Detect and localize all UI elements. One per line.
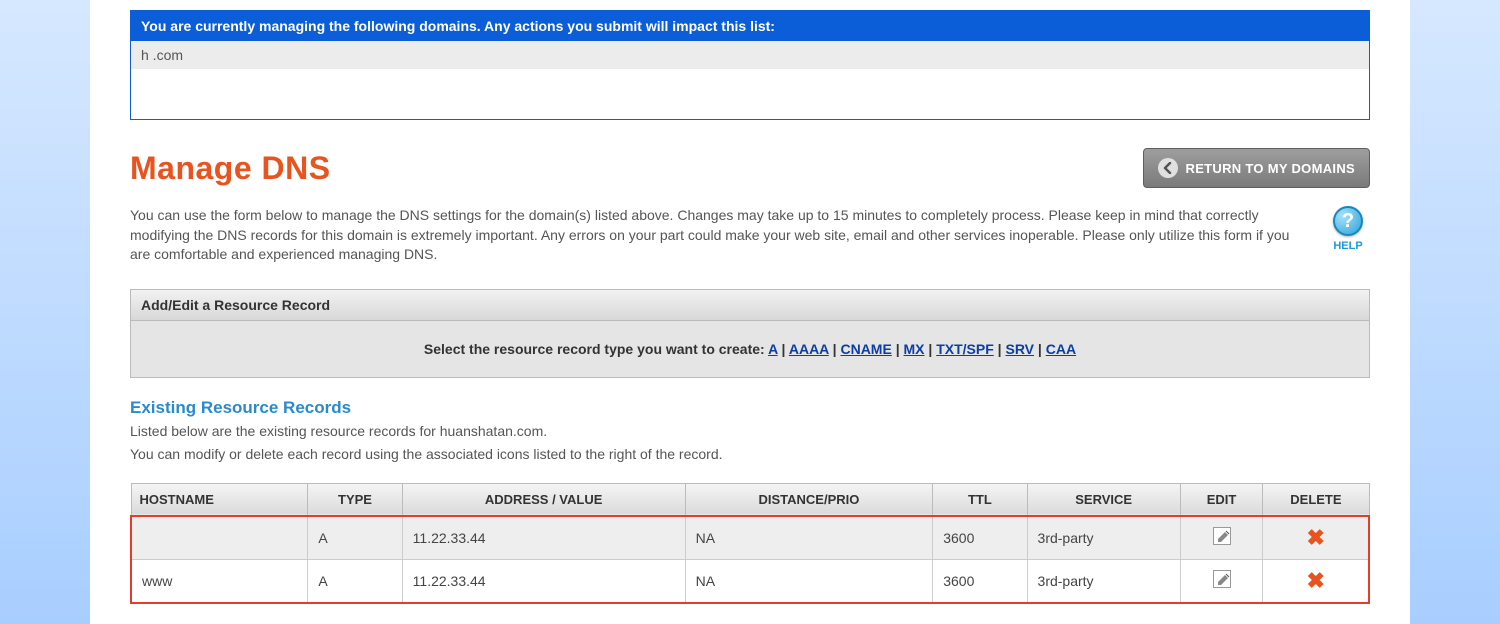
page-description: You can use the form below to manage the… [130,206,1306,265]
help-icon: ? [1333,206,1363,236]
records-table: HOSTNAME TYPE ADDRESS / VALUE DISTANCE/P… [130,483,1370,604]
title-row: Manage DNS RETURN TO MY DOMAINS [130,148,1370,188]
cell-ttl: 3600 [933,559,1027,603]
table-row: A 11.22.33.44 NA 3600 3rd-party ✖ [131,516,1369,560]
delete-icon[interactable]: ✖ [1306,527,1324,549]
th-address: ADDRESS / VALUE [402,483,685,516]
th-delete: DELETE [1263,483,1369,516]
add-edit-panel-header: Add/Edit a Resource Record [131,290,1369,321]
table-row: www A 11.22.33.44 NA 3600 3rd-party ✖ [131,559,1369,603]
edit-icon[interactable] [1213,527,1231,545]
th-edit: EDIT [1180,483,1263,516]
notice-header: You are currently managing the following… [131,11,1369,41]
help-label: HELP [1326,240,1370,252]
th-type: TYPE [308,483,402,516]
cell-address: 11.22.33.44 [402,516,685,560]
existing-records-sub1: Listed below are the existing resource r… [130,422,1370,442]
help-block[interactable]: ? HELP [1326,206,1370,252]
return-to-domains-button[interactable]: RETURN TO MY DOMAINS [1143,148,1370,188]
cell-distance: NA [685,516,933,560]
th-distance: DISTANCE/PRIO [685,483,933,516]
add-edit-panel: Add/Edit a Resource Record Select the re… [130,289,1370,378]
records-table-header-row: HOSTNAME TYPE ADDRESS / VALUE DISTANCE/P… [131,483,1369,516]
cell-service: 3rd-party [1027,559,1180,603]
th-hostname: HOSTNAME [131,483,308,516]
record-type-link-cname[interactable]: CNAME [840,341,891,357]
record-type-prompt: Select the resource record type you want… [424,341,768,357]
notice-box: You are currently managing the following… [130,10,1370,120]
cell-type: A [308,516,402,560]
edit-icon[interactable] [1213,570,1231,588]
existing-records-title: Existing Resource Records [130,398,1370,418]
add-edit-panel-body: Select the resource record type you want… [131,321,1369,377]
record-type-link-a[interactable]: A [768,341,778,357]
th-ttl: TTL [933,483,1027,516]
cell-type: A [308,559,402,603]
page-container: You are currently managing the following… [90,0,1410,624]
cell-address: 11.22.33.44 [402,559,685,603]
cell-distance: NA [685,559,933,603]
record-type-link-srv[interactable]: SRV [1005,341,1034,357]
return-button-label: RETURN TO MY DOMAINS [1186,161,1355,176]
notice-domain: h .com [131,41,1369,69]
cell-hostname [131,516,308,560]
cell-service: 3rd-party [1027,516,1180,560]
notice-spacer [131,69,1369,119]
records-table-body: A 11.22.33.44 NA 3600 3rd-party ✖ www A … [131,516,1369,603]
page-title: Manage DNS [130,150,331,187]
description-row: You can use the form below to manage the… [130,206,1370,265]
record-type-link-caa[interactable]: CAA [1046,341,1076,357]
record-type-link-aaaa[interactable]: AAAA [789,341,829,357]
existing-records-sub2: You can modify or delete each record usi… [130,445,1370,465]
record-type-link-txtspf[interactable]: TXT/SPF [936,341,994,357]
cell-hostname: www [131,559,308,603]
th-service: SERVICE [1027,483,1180,516]
arrow-left-icon [1158,158,1178,178]
cell-ttl: 3600 [933,516,1027,560]
record-type-link-mx[interactable]: MX [904,341,925,357]
